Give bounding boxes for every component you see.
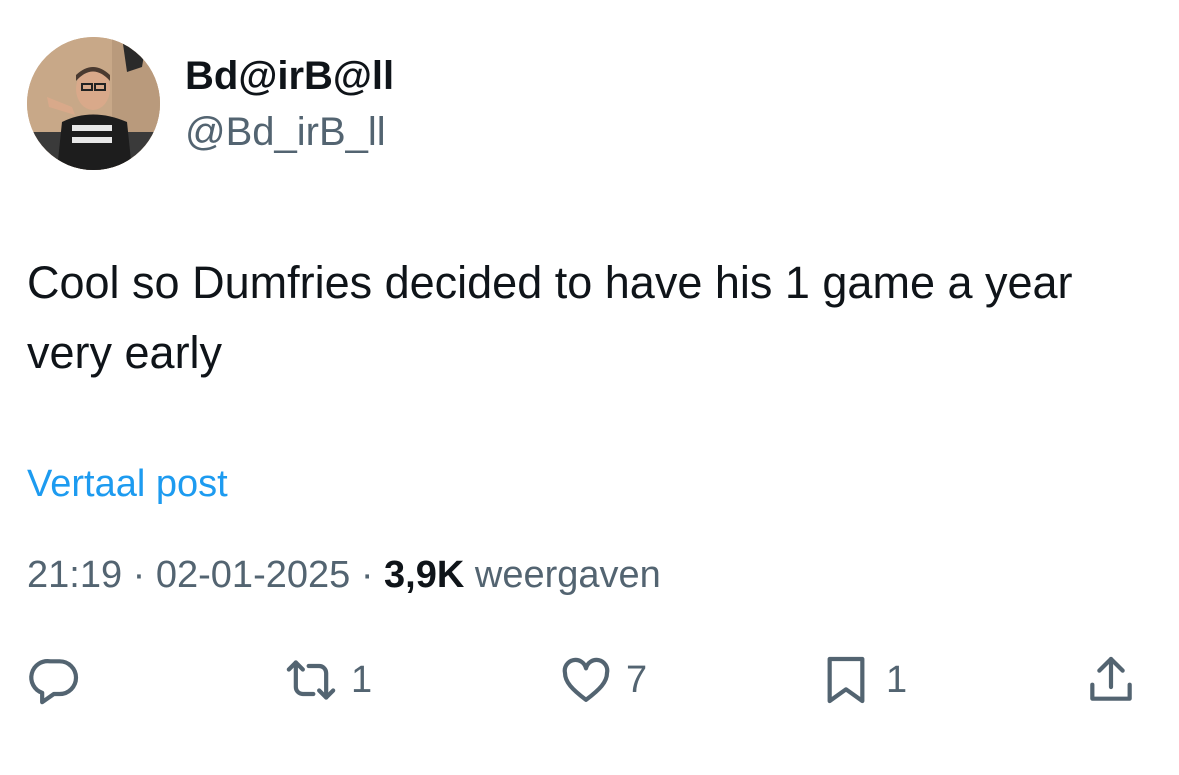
repost-icon bbox=[286, 660, 336, 700]
display-name[interactable]: Bd@irB@ll bbox=[185, 52, 394, 100]
like-count: 7 bbox=[626, 659, 648, 701]
heart-icon bbox=[562, 657, 610, 702]
avatar[interactable] bbox=[27, 37, 160, 170]
action-bar: 1 7 1 bbox=[0, 650, 1179, 710]
meta-separator: · bbox=[360, 554, 374, 596]
bookmark-count: 1 bbox=[886, 659, 908, 701]
meta-separator: · bbox=[132, 554, 146, 596]
views-label: weergaven bbox=[474, 554, 661, 596]
tweet-meta: 21:19 · 02-01-2025 · 3,9K weergaven bbox=[27, 551, 661, 599]
tweet-date[interactable]: 02-01-2025 bbox=[156, 554, 350, 596]
user-handle[interactable]: @Bd_irB_ll bbox=[185, 108, 386, 156]
share-icon bbox=[1090, 656, 1132, 701]
share-button[interactable] bbox=[1083, 650, 1139, 710]
views-count: 3,9K bbox=[384, 554, 465, 596]
translate-post-link[interactable]: Vertaal post bbox=[27, 460, 228, 508]
reply-button[interactable] bbox=[27, 650, 83, 710]
tweet-text: Cool so Dumfries decided to have his 1 g… bbox=[27, 257, 1073, 378]
user-avatar-image bbox=[27, 37, 160, 170]
repost-button[interactable]: 1 bbox=[283, 650, 372, 710]
like-button[interactable]: 7 bbox=[558, 650, 647, 710]
repost-count: 1 bbox=[351, 659, 373, 701]
tweet-time[interactable]: 21:19 bbox=[27, 554, 122, 596]
bookmark-button[interactable]: 1 bbox=[818, 650, 907, 710]
bookmark-icon bbox=[827, 656, 865, 704]
reply-icon bbox=[29, 659, 79, 705]
tweet: Bd@irB@ll @Bd_irB_ll Cool so Dumfries de… bbox=[0, 0, 1179, 775]
